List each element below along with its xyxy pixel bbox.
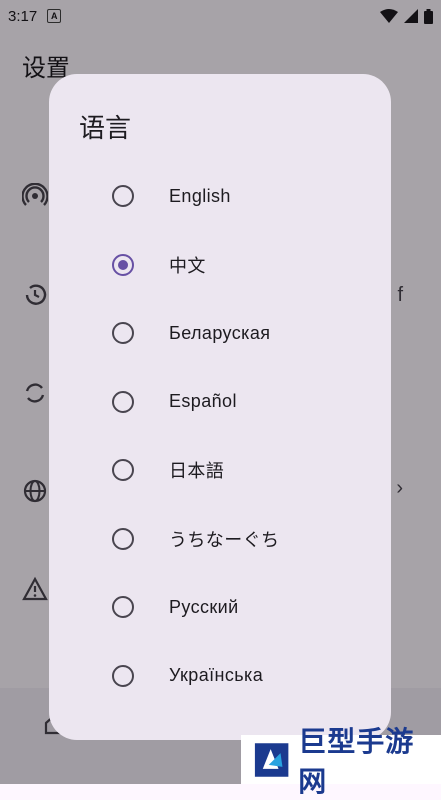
language-dialog: 语言 English 中文 Беларуская Español 日本語うちなーぐち Ру…	[49, 74, 391, 740]
language-option-label: 日本語	[169, 461, 225, 482]
watermark: 巨型手游网	[241, 725, 441, 798]
language-options: English 中文 Беларуская Español 日本語うちなーぐち Русск…	[49, 162, 391, 710]
language-option[interactable]: うちなーぐち	[49, 505, 391, 574]
radio-checked-icon[interactable]	[112, 253, 134, 276]
language-option-label: Беларуская	[169, 322, 271, 343]
language-option[interactable]: Українська	[49, 642, 391, 711]
language-option[interactable]: Беларуская	[49, 299, 391, 368]
radio-unchecked-icon[interactable]	[112, 390, 134, 413]
radio-unchecked-icon[interactable]	[112, 596, 134, 619]
language-option-label: うちなーぐち	[169, 529, 280, 550]
radio-unchecked-icon[interactable]	[112, 527, 134, 550]
radio-unchecked-icon[interactable]	[112, 322, 134, 345]
dialog-title: 语言	[79, 113, 132, 143]
language-option[interactable]: Español	[49, 368, 391, 437]
language-option[interactable]: 日本語	[49, 436, 391, 505]
radio-unchecked-icon[interactable]	[112, 185, 134, 208]
language-option-label: English	[169, 185, 231, 206]
radio-unchecked-icon[interactable]	[112, 459, 134, 482]
watermark-logo-icon	[254, 742, 289, 777]
radio-unchecked-icon[interactable]	[112, 664, 134, 687]
language-option[interactable]: English	[49, 162, 391, 231]
language-option-label: Українська	[169, 665, 264, 686]
language-option[interactable]: 中文	[49, 231, 391, 300]
language-option-label: Русский	[169, 596, 239, 617]
watermark-text: 巨型手游网	[298, 724, 415, 798]
language-option-label: 中文	[169, 255, 206, 276]
language-option-label: Español	[169, 391, 237, 412]
language-option[interactable]: Русский	[49, 573, 391, 642]
